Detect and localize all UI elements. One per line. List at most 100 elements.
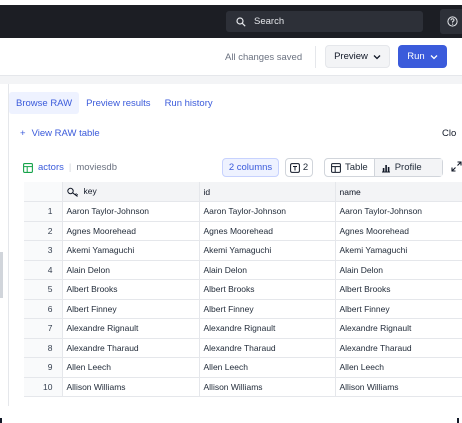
cell-name[interactable]: Aaron Taylor-Johnson (335, 201, 462, 222)
view-raw-label: View RAW table (31, 128, 100, 139)
row-number: 7 (24, 318, 63, 339)
bottom-edge (0, 406, 462, 423)
tab-preview-results[interactable]: Preview results (79, 92, 157, 114)
database-name: moviesdb (76, 162, 118, 173)
view-mode-toggle: Table Profile (324, 158, 443, 177)
chevron-down-icon (373, 54, 381, 59)
table-row: 3 Akemi Yamaguchi Akemi Yamaguchi Akemi Yam… (24, 240, 462, 261)
profile-view-label: Profile (394, 162, 422, 173)
table-row: 1 Aaron Taylor-Johnson Aaron Taylor-Johnso… (24, 201, 462, 222)
corner-mark-left (0, 418, 2, 423)
cell-id[interactable]: Allen Leech (199, 357, 336, 378)
separator: | (68, 162, 72, 173)
table-view-button[interactable]: Table (325, 159, 375, 176)
cell-id[interactable]: Agnes Moorehead (199, 221, 336, 241)
row-number: 10 (24, 377, 63, 397)
chevron-down-icon (430, 54, 438, 59)
cell-name[interactable]: Alexandre Rignault (335, 318, 462, 339)
cell-name[interactable]: Alexandre Tharaud (335, 338, 462, 358)
row-number: 5 (24, 279, 63, 300)
cell-id[interactable]: Albert Brooks (199, 279, 336, 300)
profile-chart-icon (381, 164, 390, 172)
table-row: 5 Albert Brooks Albert Brooks Albert Brooks (24, 279, 462, 300)
cell-id[interactable]: Allison Williams (199, 377, 336, 397)
table-name[interactable]: actors (38, 162, 64, 173)
cell-id[interactable]: Akemi Yamaguchi (199, 240, 336, 261)
search-placeholder: Search (254, 16, 285, 27)
cell-name[interactable]: Albert Finney (335, 299, 462, 319)
key-box-icon (289, 162, 300, 173)
row-number: 9 (24, 357, 63, 378)
preview-button[interactable]: Preview (325, 45, 390, 68)
cell-key[interactable]: Allen Leech (62, 357, 200, 378)
top-navigation-bar: Search (0, 5, 462, 38)
cell-id[interactable]: Aaron Taylor-Johnson (199, 201, 336, 222)
cell-id[interactable]: Alexandre Tharaud (199, 338, 336, 358)
table-row: 8 Alexandre Tharaud Alexandre Tharaud Alexa… (24, 338, 462, 358)
row-number: 2 (24, 221, 63, 241)
table-row: 7 Alexandre Rignault Alexandre Rignault Ale… (24, 318, 462, 339)
table-row: 10 Allison Williams Allison Williams Alliso… (24, 377, 462, 397)
plus-icon: + (20, 128, 26, 139)
run-label: Run (407, 51, 425, 62)
table-row: 6 Albert Finney Albert Finney Albert Finney (24, 299, 462, 319)
cell-key[interactable]: Albert Finney (62, 299, 200, 319)
columns-button[interactable]: 2 columns (222, 158, 279, 177)
resize-handle[interactable] (0, 252, 3, 298)
cell-key[interactable]: Agnes Moorehead (62, 221, 200, 241)
close-button-partial[interactable]: Clo (442, 128, 456, 139)
column-header-id[interactable]: id (199, 182, 336, 202)
search-icon (236, 16, 246, 27)
tab-run-history[interactable]: Run history (158, 92, 220, 114)
cell-key[interactable]: Alexandre Tharaud (62, 338, 200, 358)
table-icon (331, 162, 341, 173)
profile-view-button[interactable]: Profile (374, 159, 442, 176)
tab-browse-raw[interactable]: Browse RAW (9, 92, 80, 114)
cell-name[interactable]: Allen Leech (335, 357, 462, 378)
row-number: 3 (24, 240, 63, 261)
column-header-name[interactable]: name (335, 182, 462, 202)
view-raw-table-link[interactable]: + View RAW table (20, 128, 100, 139)
cell-name[interactable]: Akemi Yamaguchi (335, 240, 462, 261)
table-view-label: Table (345, 162, 368, 173)
cell-id[interactable]: Albert Finney (199, 299, 336, 319)
row-number: 8 (24, 338, 63, 358)
editor-action-bar: All changes saved Preview Run (0, 38, 462, 76)
raw-browser-panel: Browse RAW Preview results Run history +… (8, 84, 462, 406)
key-icon (66, 187, 78, 197)
expand-icon[interactable] (451, 161, 462, 172)
row-number: 6 (24, 299, 63, 319)
cell-name[interactable]: Agnes Moorehead (335, 221, 462, 241)
panel-tabs: Browse RAW Preview results Run history (9, 92, 220, 114)
primary-key-count: 2 (302, 162, 309, 173)
table-row: 9 Allen Leech Allen Leech Allen Leech (24, 357, 462, 378)
cell-name[interactable]: Alain Delon (335, 260, 462, 280)
table-row: 2 Agnes Moorehead Agnes Moorehead Agnes Moo… (24, 221, 462, 241)
cell-key[interactable]: Aaron Taylor-Johnson (62, 201, 200, 222)
table-toolbar: actors | moviesdb 2 columns 2 Table Prof… (23, 158, 462, 178)
table-row: 4 Alain Delon Alain Delon Alain Delon (24, 260, 462, 280)
cell-id[interactable]: Alain Delon (199, 260, 336, 280)
cell-key[interactable]: Alain Delon (62, 260, 200, 280)
cell-name[interactable]: Albert Brooks (335, 279, 462, 300)
table-header-row: key id name (24, 182, 462, 202)
primary-key-button[interactable]: 2 (285, 158, 313, 177)
column-header-key[interactable]: key (62, 182, 200, 202)
help-button[interactable] (440, 9, 462, 34)
run-button[interactable]: Run (398, 45, 447, 68)
cell-name[interactable]: Allison Williams (335, 377, 462, 397)
global-search-box[interactable]: Search (226, 11, 423, 32)
data-table: key id name 1 Aaron Taylor-Johnson Aaron T… (24, 182, 462, 397)
section-gap (0, 76, 462, 84)
row-number-header (24, 182, 63, 202)
cell-key[interactable]: Alexandre Rignault (62, 318, 200, 339)
cell-key[interactable]: Albert Brooks (62, 279, 200, 300)
corner-mark-right (457, 418, 459, 423)
row-number: 4 (24, 260, 63, 280)
cell-key[interactable]: Akemi Yamaguchi (62, 240, 200, 261)
cell-id[interactable]: Alexandre Rignault (199, 318, 336, 339)
cell-key[interactable]: Allison Williams (62, 377, 200, 397)
save-status: All changes saved (225, 52, 303, 63)
table-icon (23, 162, 33, 173)
row-number: 1 (24, 201, 63, 222)
